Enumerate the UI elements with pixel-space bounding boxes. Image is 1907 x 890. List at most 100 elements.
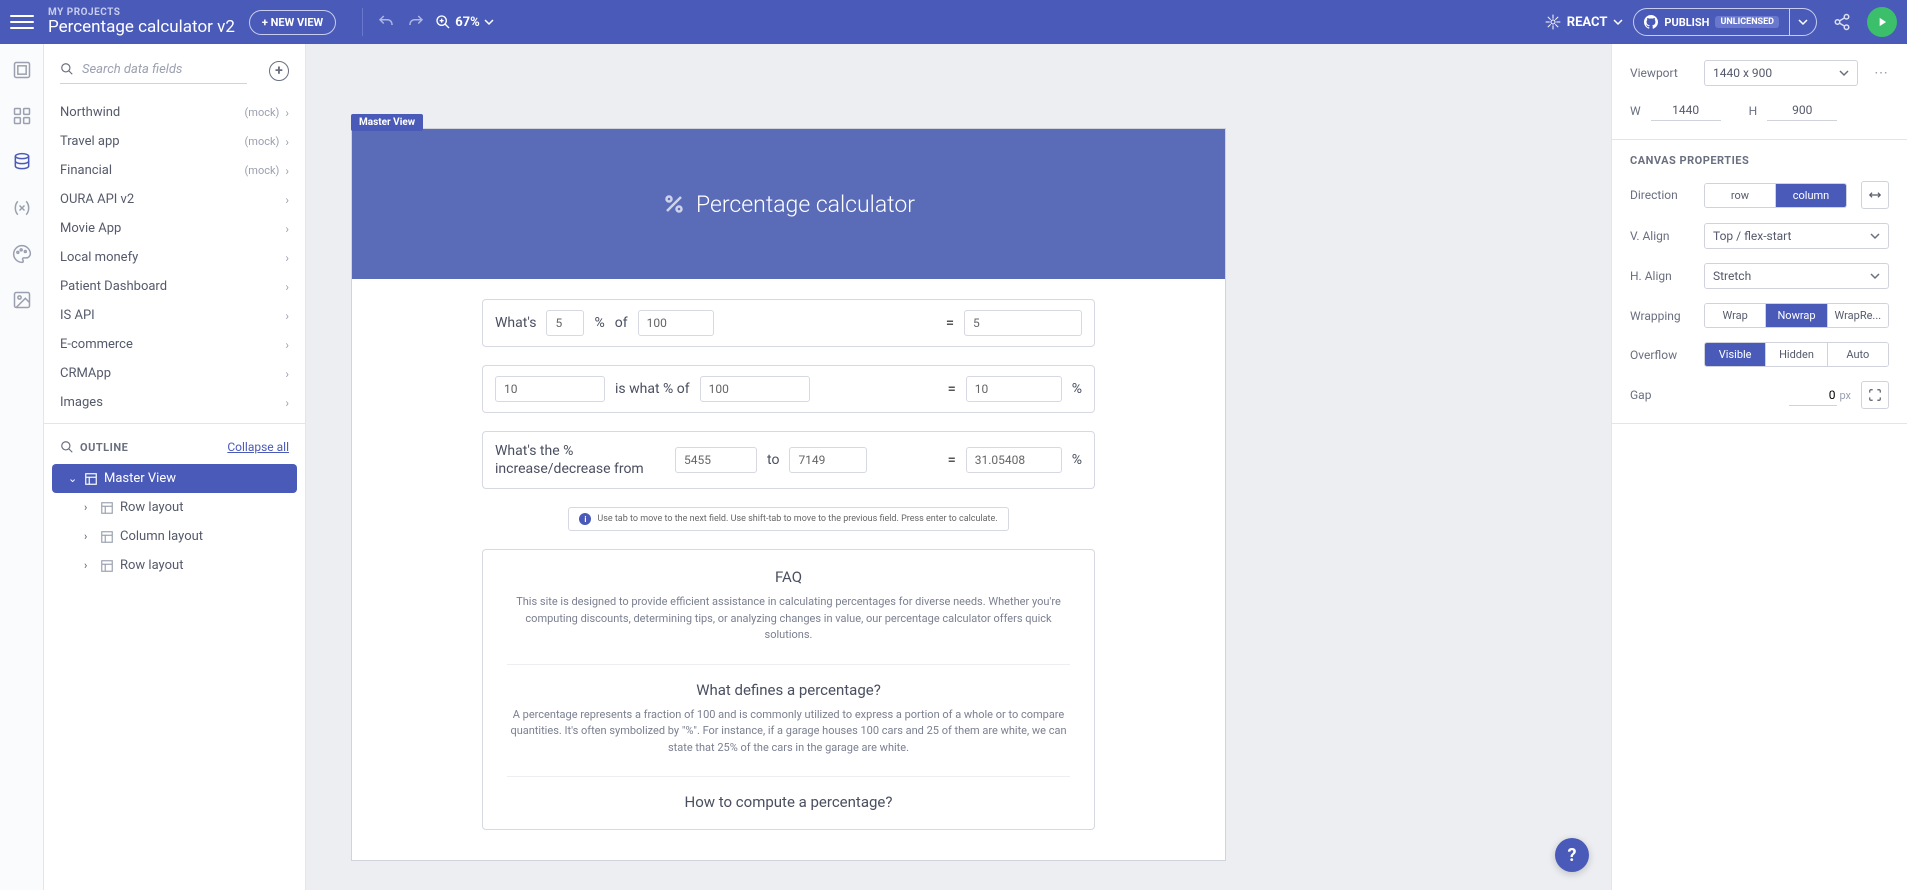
mock-badge: (mock) bbox=[245, 135, 280, 148]
chevron-right-icon: › bbox=[285, 309, 289, 323]
wrapping-option[interactable]: WrapRe... bbox=[1828, 304, 1888, 327]
data-source-item[interactable]: Financial(mock)› bbox=[44, 156, 305, 185]
row1-of: of bbox=[615, 315, 628, 331]
framework-label: REACT bbox=[1567, 15, 1608, 30]
tree-item[interactable]: ›Row layout bbox=[52, 551, 297, 580]
rail-variables-icon[interactable] bbox=[10, 196, 34, 220]
chevron-right-icon: › bbox=[285, 338, 289, 352]
chevron-right-icon: › bbox=[285, 251, 289, 265]
data-source-name: CRMApp bbox=[60, 366, 111, 381]
data-source-name: Patient Dashboard bbox=[60, 279, 167, 294]
project-name: Percentage calculator v2 bbox=[48, 18, 235, 37]
halign-select[interactable]: Stretch bbox=[1704, 263, 1889, 289]
gap-link-button[interactable] bbox=[1861, 381, 1889, 409]
tree-chevron-icon: › bbox=[84, 501, 94, 514]
layout-icon bbox=[100, 559, 114, 573]
hero-title: Percentage calculator bbox=[696, 191, 915, 218]
data-source-item[interactable]: Patient Dashboard› bbox=[44, 272, 305, 301]
valign-select[interactable]: Top / flex-start bbox=[1704, 223, 1889, 249]
data-source-item[interactable]: Local monefy › bbox=[44, 243, 305, 272]
new-view-button[interactable]: + NEW VIEW bbox=[249, 10, 336, 35]
row3-result[interactable] bbox=[966, 447, 1062, 473]
info-icon: i bbox=[579, 513, 591, 525]
rail-views-icon[interactable] bbox=[10, 58, 34, 82]
swap-direction-button[interactable] bbox=[1861, 181, 1889, 209]
wrapping-option[interactable]: Nowrap bbox=[1766, 304, 1827, 327]
row2-input-1[interactable] bbox=[495, 376, 605, 402]
data-source-item[interactable]: IS API › bbox=[44, 301, 305, 330]
data-source-name: IS API bbox=[60, 308, 95, 323]
wrapping-option[interactable]: Wrap bbox=[1705, 304, 1766, 327]
row3-input-2[interactable] bbox=[789, 447, 867, 473]
add-data-button[interactable]: + bbox=[269, 61, 289, 81]
project-block[interactable]: MY PROJECTS Percentage calculator v2 bbox=[48, 7, 235, 37]
width-input[interactable] bbox=[1651, 100, 1721, 121]
row2-input-2[interactable] bbox=[700, 376, 810, 402]
row3-text: What's the % increase/decrease from bbox=[495, 442, 665, 478]
help-button[interactable]: ? bbox=[1555, 838, 1589, 872]
direction-option[interactable]: row bbox=[1705, 184, 1776, 207]
data-source-item[interactable]: CRMApp › bbox=[44, 359, 305, 388]
framework-dropdown[interactable]: REACT bbox=[1545, 14, 1624, 30]
tree-item-label: Master View bbox=[104, 471, 176, 486]
tree-item-label: Row layout bbox=[120, 558, 183, 573]
direction-label: Direction bbox=[1630, 188, 1694, 202]
viewport-more-icon[interactable]: ⋯ bbox=[1874, 65, 1889, 81]
rail-assets-icon[interactable] bbox=[10, 288, 34, 312]
undo-icon[interactable] bbox=[375, 11, 397, 33]
layout-icon bbox=[100, 501, 114, 515]
calc-row-1: What's % of = bbox=[482, 299, 1095, 347]
row3-input-1[interactable] bbox=[675, 447, 757, 473]
direction-option[interactable]: column bbox=[1776, 184, 1846, 207]
row1-input-1[interactable] bbox=[546, 310, 584, 336]
row1-text: What's bbox=[495, 315, 536, 331]
canvas-properties-heading: CANVAS PROPERTIES bbox=[1630, 154, 1889, 167]
tree-item[interactable]: ›Column layout bbox=[52, 522, 297, 551]
redo-icon[interactable] bbox=[405, 11, 427, 33]
height-label: H bbox=[1749, 104, 1758, 118]
row1-input-2[interactable] bbox=[638, 310, 714, 336]
row2-mid: is what % of bbox=[615, 381, 690, 397]
data-source-item[interactable]: OURA API v2› bbox=[44, 185, 305, 214]
data-source-item[interactable]: E-commerce› bbox=[44, 330, 305, 359]
zoom-control[interactable]: 67% bbox=[435, 14, 494, 30]
tree-item[interactable]: ⌄ Master View bbox=[52, 464, 297, 493]
search-input[interactable] bbox=[60, 58, 247, 84]
rail-components-icon[interactable] bbox=[10, 104, 34, 128]
height-input[interactable] bbox=[1767, 100, 1837, 121]
rail-theme-icon[interactable] bbox=[10, 242, 34, 266]
tree-chevron-icon: ⌄ bbox=[68, 472, 78, 485]
data-source-item[interactable]: Movie App› bbox=[44, 214, 305, 243]
data-source-item[interactable]: Travel app(mock)› bbox=[44, 127, 305, 156]
tree-item[interactable]: ›Row layout bbox=[52, 493, 297, 522]
rail-data-icon[interactable] bbox=[10, 150, 34, 174]
data-source-name: Local monefy bbox=[60, 250, 138, 265]
halign-label: H. Align bbox=[1630, 269, 1694, 283]
overflow-option[interactable]: Auto bbox=[1828, 343, 1888, 366]
collapse-all-link[interactable]: Collapse all bbox=[227, 440, 289, 454]
publish-dropdown[interactable] bbox=[1789, 9, 1816, 35]
share-icon[interactable] bbox=[1831, 11, 1853, 33]
equals-symbol: = bbox=[948, 452, 956, 468]
chevron-right-icon: › bbox=[285, 222, 289, 236]
tree-item-label: Column layout bbox=[120, 529, 203, 544]
mock-badge: (mock) bbox=[245, 106, 280, 119]
license-badge: UNLICENSED bbox=[1715, 16, 1779, 28]
data-source-item[interactable]: Northwind(mock)› bbox=[44, 98, 305, 127]
data-source-item[interactable]: Images› bbox=[44, 388, 305, 417]
viewport-select[interactable]: 1440 x 900 bbox=[1704, 60, 1858, 86]
viewport-value: 1440 x 900 bbox=[1713, 66, 1772, 80]
canvas-frame[interactable]: Percentage calculator What's % of = bbox=[351, 128, 1226, 861]
gap-input[interactable] bbox=[1789, 385, 1837, 406]
row1-result[interactable] bbox=[964, 310, 1082, 336]
play-button[interactable] bbox=[1867, 7, 1897, 37]
overflow-option[interactable]: Hidden bbox=[1766, 343, 1827, 366]
overflow-option[interactable]: Visible bbox=[1705, 343, 1766, 366]
publish-button[interactable]: PUBLISH UNLICENSED bbox=[1634, 15, 1789, 29]
row2-result[interactable] bbox=[966, 376, 1062, 402]
chevron-right-icon: › bbox=[285, 367, 289, 381]
percent-symbol: % bbox=[594, 315, 604, 331]
gap-label: Gap bbox=[1630, 388, 1694, 402]
data-source-name: Images bbox=[60, 395, 103, 410]
menu-icon[interactable] bbox=[10, 10, 34, 34]
